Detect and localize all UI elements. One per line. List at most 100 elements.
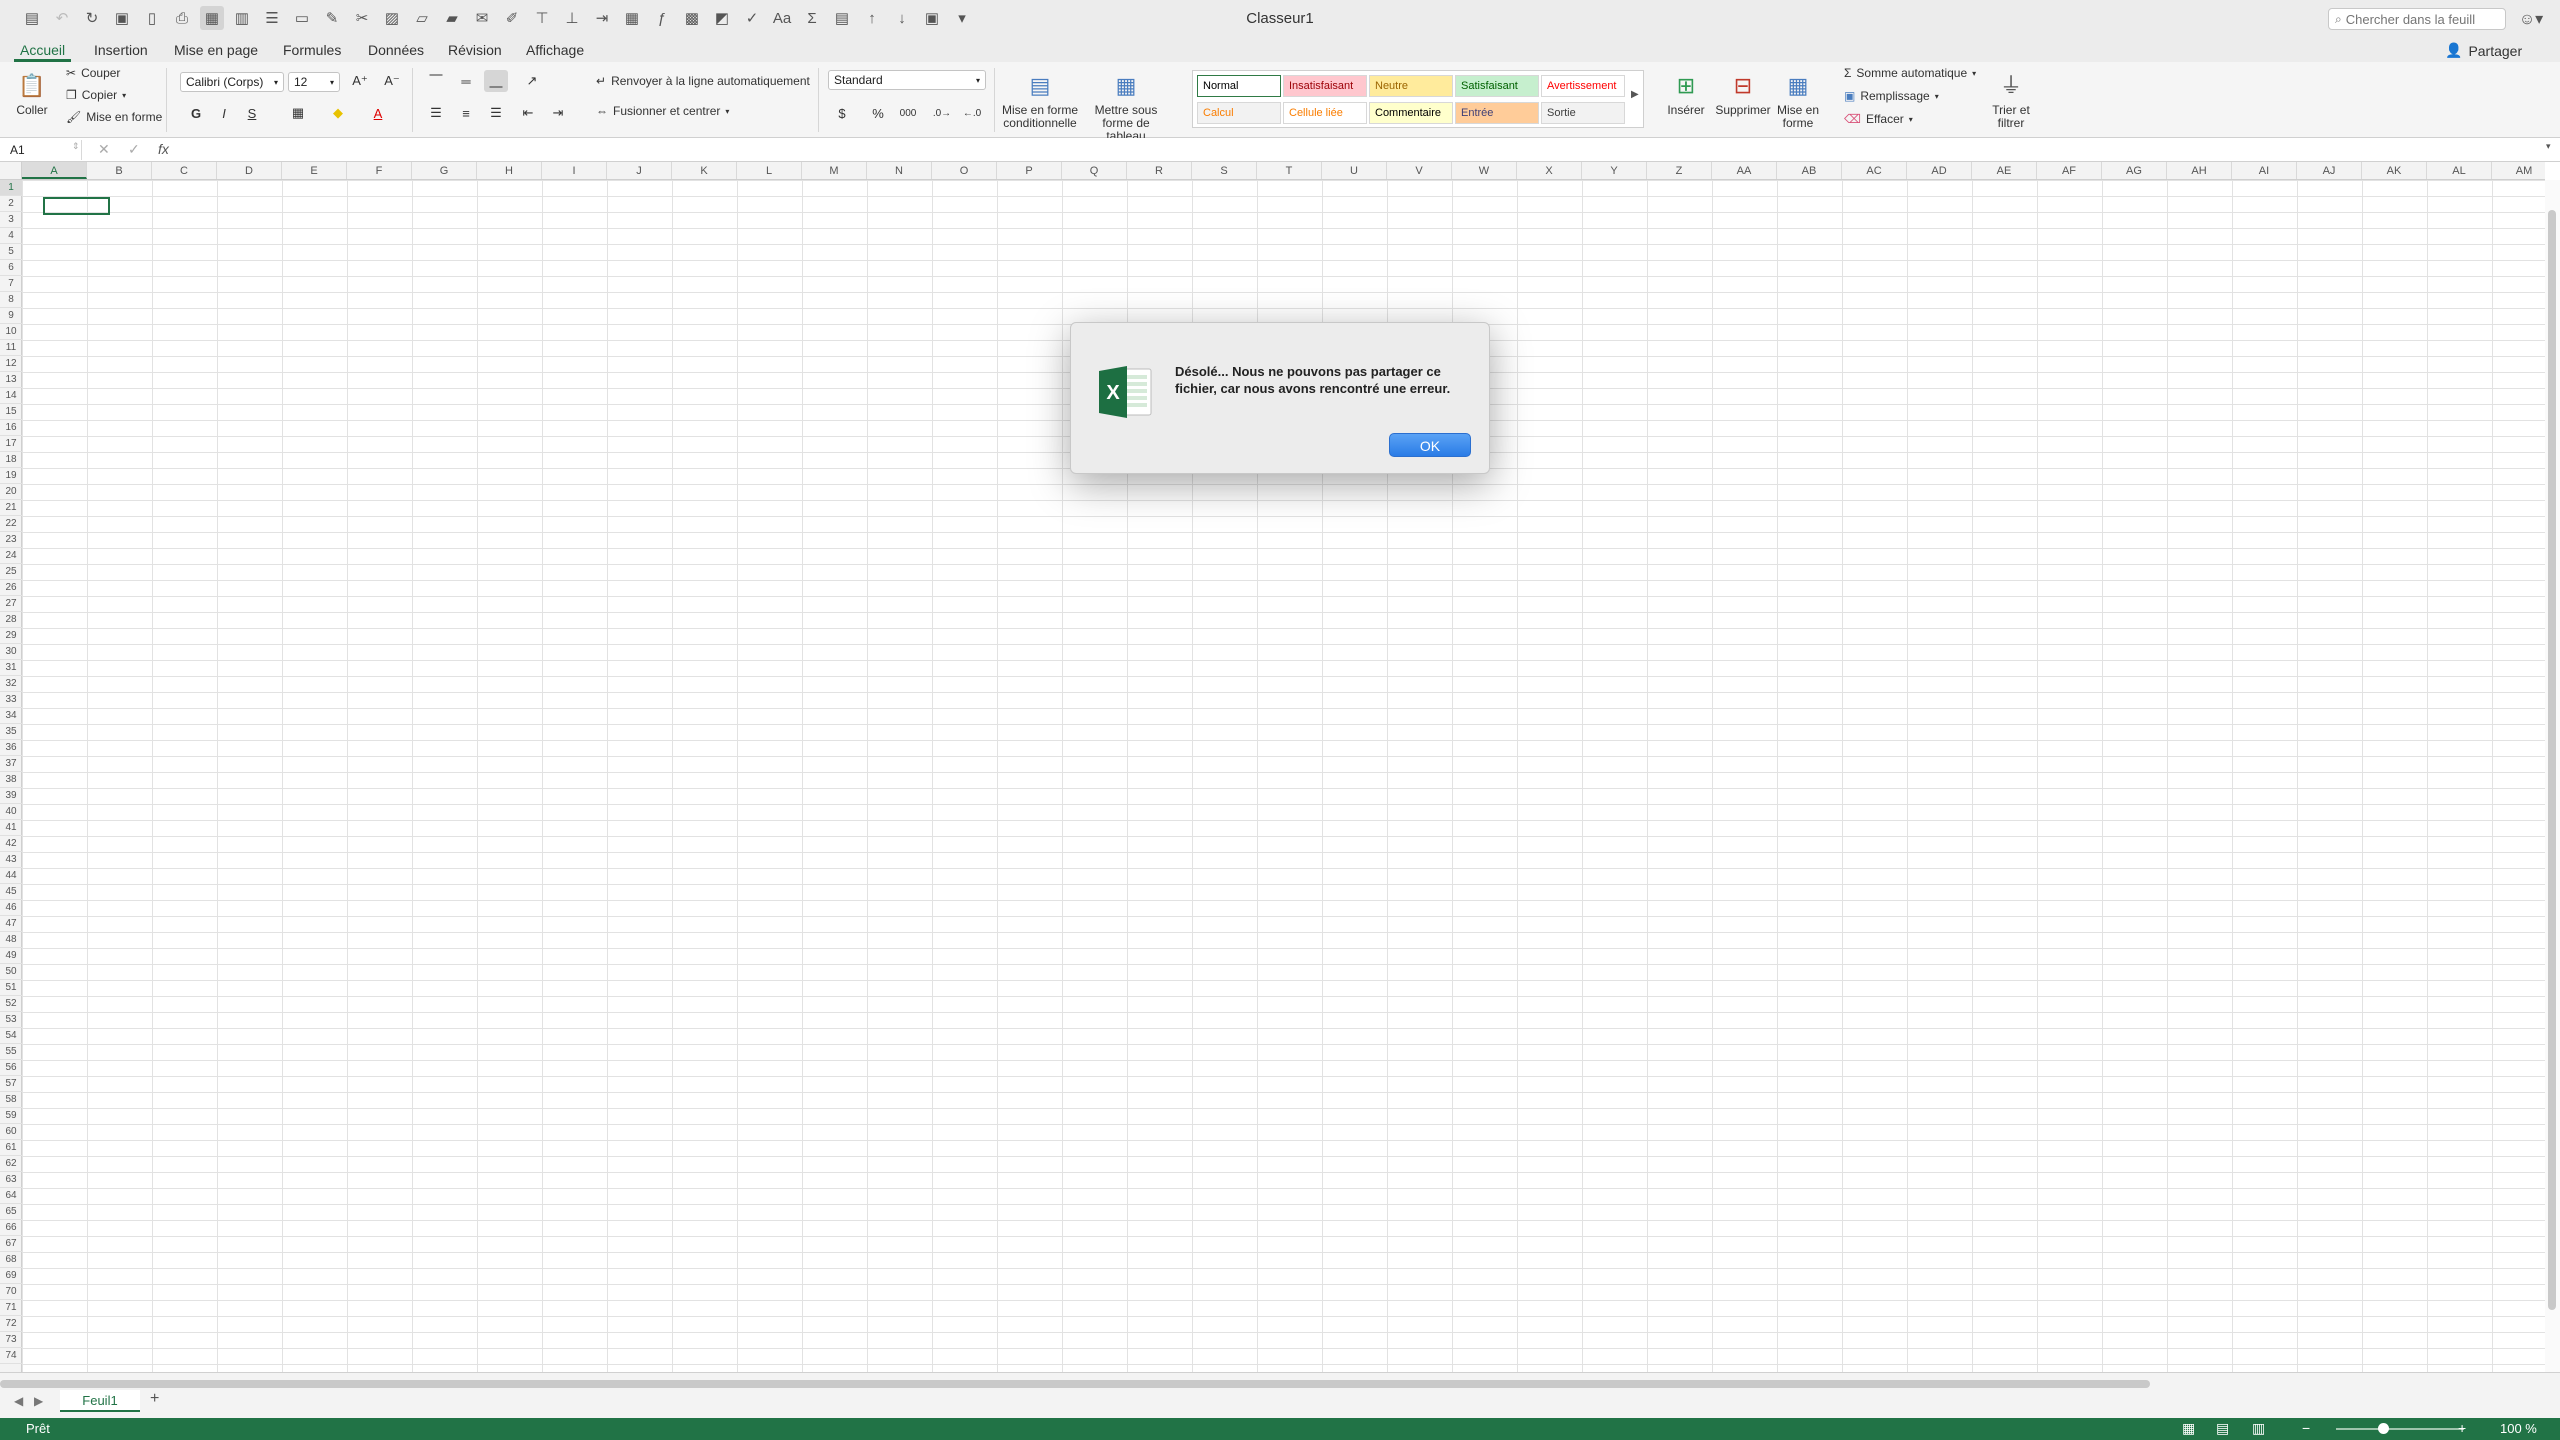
sort-filter-button[interactable]: ⏚ Trier et filtrer [1986,68,2036,130]
row-header[interactable]: 51 [0,980,22,996]
font-color-icon[interactable]: A [366,102,390,124]
row-header[interactable]: 38 [0,772,22,788]
ok-button[interactable]: OK [1389,433,1471,457]
row-header[interactable]: 26 [0,580,22,596]
style-commentaire[interactable]: Commentaire [1369,102,1453,124]
zoom-in-icon[interactable]: + [2458,1420,2466,1436]
row-header[interactable]: 49 [0,948,22,964]
row-header[interactable]: 50 [0,964,22,980]
column-header[interactable]: X [1517,162,1582,179]
insert-cells-button[interactable]: ⊞ Insérer [1660,68,1712,117]
add-sheet-icon[interactable]: + [150,1390,159,1408]
row-header[interactable]: 55 [0,1044,22,1060]
row-header[interactable]: 65 [0,1204,22,1220]
orientation-icon[interactable]: ↗ [520,70,544,92]
row-header[interactable]: 58 [0,1092,22,1108]
search-box[interactable]: ⌕ [2328,8,2506,30]
row-header[interactable]: 34 [0,708,22,724]
row-header[interactable]: 4 [0,228,22,244]
number-format-select[interactable]: Standard ▾ [828,70,986,90]
row-header[interactable]: 64 [0,1188,22,1204]
vertical-scroll-thumb[interactable] [2548,210,2556,1310]
thousands-button[interactable]: 000 [892,102,924,124]
row-header[interactable]: 54 [0,1028,22,1044]
column-header[interactable]: AA [1712,162,1777,179]
column-header[interactable]: W [1452,162,1517,179]
share-button[interactable]: 👤 Partager [2445,42,2522,59]
decrease-font-icon[interactable]: A⁻ [380,70,404,92]
expand-formula-icon[interactable]: ▾ [2546,141,2551,152]
column-header[interactable]: AD [1907,162,1972,179]
row-header[interactable]: 20 [0,484,22,500]
row-header[interactable]: 73 [0,1332,22,1348]
vertical-scrollbar[interactable] [2545,180,2560,1372]
underline-button[interactable]: S [240,102,264,124]
style-satisfaisant[interactable]: Satisfaisant [1455,75,1539,97]
row-header[interactable]: 74 [0,1348,22,1364]
column-header[interactable]: AB [1777,162,1842,179]
row-header[interactable]: 23 [0,532,22,548]
row-header[interactable]: 43 [0,852,22,868]
style-sortie[interactable]: Sortie [1541,102,1625,124]
column-header[interactable]: F [347,162,412,179]
row-header[interactable]: 39 [0,788,22,804]
style-calcul[interactable]: Calcul [1197,102,1281,124]
delete-cells-button[interactable]: ⊟ Supprimer [1712,68,1774,117]
row-header[interactable]: 31 [0,660,22,676]
column-header[interactable]: D [217,162,282,179]
align-left-icon[interactable]: ☰ [424,102,448,124]
format-as-table-button[interactable]: ▦ Mettre sous forme de tableau [1082,68,1170,143]
fill-color-icon[interactable]: ◆ [326,102,350,124]
row-header[interactable]: 46 [0,900,22,916]
zoom-out-icon[interactable]: − [2302,1420,2310,1436]
column-header[interactable]: S [1192,162,1257,179]
row-header[interactable]: 7 [0,276,22,292]
format-cells-button[interactable]: ▦ Mise en forme [1774,68,1822,130]
row-header[interactable]: 70 [0,1284,22,1300]
column-header[interactable]: M [802,162,867,179]
row-header[interactable]: 9 [0,308,22,324]
align-middle-icon[interactable]: ═ [454,70,478,92]
row-header[interactable]: 69 [0,1268,22,1284]
row-header[interactable]: 1 [0,180,22,196]
decrease-indent-icon[interactable]: ⇤ [516,102,540,124]
percent-button[interactable]: % [866,102,890,124]
prev-sheet-icon[interactable]: ◀ [14,1394,23,1408]
row-header[interactable]: 3 [0,212,22,228]
column-header[interactable]: T [1257,162,1322,179]
next-sheet-icon[interactable]: ▶ [34,1394,43,1408]
row-header[interactable]: 21 [0,500,22,516]
row-header[interactable]: 22 [0,516,22,532]
row-header[interactable]: 67 [0,1236,22,1252]
row-header[interactable]: 13 [0,372,22,388]
row-header[interactable]: 41 [0,820,22,836]
column-header[interactable]: AK [2362,162,2427,179]
paste-button[interactable]: 📋 Coller [10,68,54,117]
borders-icon[interactable]: ▦ [286,102,310,124]
column-header[interactable]: L [737,162,802,179]
column-header[interactable]: R [1127,162,1192,179]
row-header[interactable]: 48 [0,932,22,948]
column-header[interactable]: H [477,162,542,179]
tab-insertion[interactable]: Insertion [88,40,154,62]
row-header[interactable]: 57 [0,1076,22,1092]
name-box[interactable]: A1 [6,140,82,160]
normal-view-icon[interactable]: ▦ [2182,1420,2195,1437]
cancel-icon[interactable]: ✕ [98,141,110,158]
column-header[interactable]: AE [1972,162,2037,179]
row-header[interactable]: 17 [0,436,22,452]
tab-revision[interactable]: Révision [442,40,508,62]
row-header[interactable]: 33 [0,692,22,708]
row-header[interactable]: 27 [0,596,22,612]
column-header[interactable]: AG [2102,162,2167,179]
currency-button[interactable]: $ [830,102,854,124]
zoom-slider[interactable] [2336,1428,2464,1430]
row-header[interactable]: 71 [0,1300,22,1316]
row-header[interactable]: 15 [0,404,22,420]
gallery-more-icon[interactable]: ▶ [1631,89,1639,100]
clear-button[interactable]: ⌫ Effacer ▾ [1844,112,1913,126]
row-header[interactable]: 37 [0,756,22,772]
row-header[interactable]: 40 [0,804,22,820]
tab-donnees[interactable]: Données [362,40,430,62]
column-header[interactable]: G [412,162,477,179]
